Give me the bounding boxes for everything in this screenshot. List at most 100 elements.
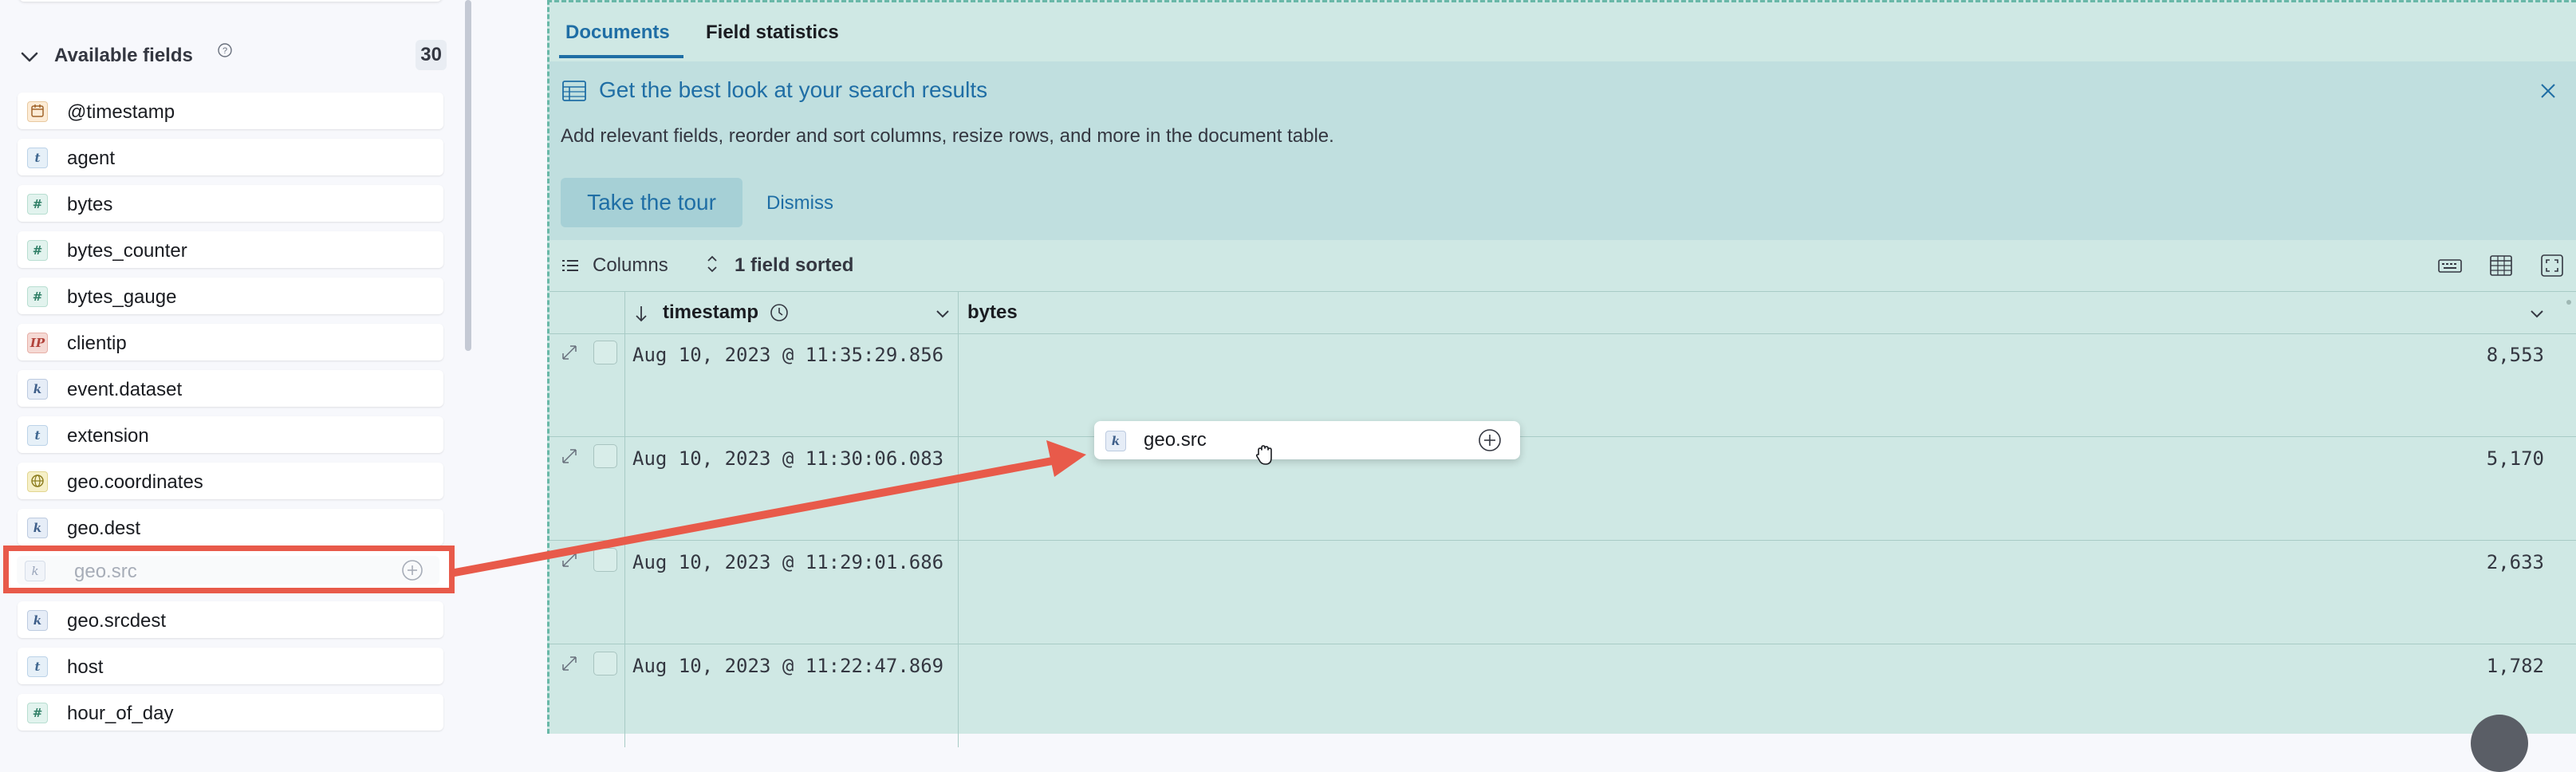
- dragging-field-placeholder: k geo.src: [17, 556, 439, 585]
- drag-preview-card[interactable]: k geo.src: [1094, 421, 1520, 459]
- field-item-geo-coordinates[interactable]: geo.coordinates: [18, 463, 443, 499]
- field-sidebar: Available fields ? 30 @timestamp t agent…: [0, 0, 479, 734]
- columns-button[interactable]: Columns: [593, 254, 668, 277]
- expand-icon[interactable]: [559, 446, 580, 467]
- cell-timestamp: Aug 10, 2023 @ 11:29:01.686: [632, 551, 944, 573]
- row-checkbox[interactable]: [593, 341, 617, 364]
- field-item-extension[interactable]: t extension: [18, 416, 443, 453]
- field-item-clientip[interactable]: IP clientip: [18, 324, 443, 360]
- field-name: extension: [67, 425, 149, 447]
- available-fields-header[interactable]: Available fields ? 30: [16, 38, 447, 73]
- field-name: agent: [67, 148, 116, 169]
- row-checkbox[interactable]: [593, 444, 617, 468]
- available-fields-title: Available fields: [54, 45, 193, 66]
- table-row[interactable]: Aug 10, 2023 @ 11:30:06.083 5,170: [549, 436, 2576, 541]
- chevron-down-icon[interactable]: [932, 303, 953, 324]
- table-density-icon[interactable]: [2487, 253, 2515, 278]
- field-item-geo-dest[interactable]: k geo.dest: [18, 509, 443, 546]
- field-name: hour_of_day: [67, 703, 174, 724]
- fullscreen-icon[interactable]: [2539, 253, 2566, 278]
- column-divider: [624, 292, 625, 333]
- keyword-type-icon: k: [27, 379, 48, 400]
- expand-icon[interactable]: [559, 549, 580, 570]
- field-item-hour-of-day[interactable]: # hour_of_day: [18, 694, 443, 731]
- number-type-icon: #: [27, 703, 48, 723]
- column-divider: [958, 540, 959, 644]
- field-item-bytes-gauge[interactable]: # bytes_gauge: [18, 278, 443, 314]
- grid-header-row: timestamp bytes: [549, 291, 2576, 334]
- text-type-icon: t: [27, 425, 48, 446]
- grab-cursor-icon: [1255, 445, 1272, 465]
- column-divider: [958, 436, 959, 540]
- grid-toolbar: Columns 1 field sorted: [549, 242, 2576, 290]
- field-item-bytes[interactable]: # bytes: [18, 185, 443, 222]
- row-checkbox[interactable]: [593, 548, 617, 572]
- selected-field-card: [19, 0, 442, 2]
- keyword-type-icon: k: [1105, 431, 1126, 451]
- field-item-event-dataset[interactable]: k event.dataset: [18, 370, 443, 407]
- list-icon: [562, 260, 578, 271]
- expand-icon[interactable]: [559, 653, 580, 674]
- number-type-icon: #: [27, 194, 48, 215]
- help-menu-button[interactable]: [2471, 715, 2528, 772]
- field-name: geo.dest: [67, 518, 141, 539]
- cell-bytes: 8,553: [2486, 344, 2544, 366]
- svg-text:?: ?: [223, 46, 227, 56]
- sort-descending-icon: [636, 306, 647, 322]
- cell-timestamp: Aug 10, 2023 @ 11:30:06.083: [632, 447, 944, 470]
- row-checkbox[interactable]: [593, 652, 617, 676]
- field-item-bytes-counter[interactable]: # bytes_counter: [18, 231, 443, 268]
- plus-circle-icon[interactable]: [1477, 427, 1503, 453]
- available-fields-count: 30: [416, 40, 447, 70]
- column-header-bytes[interactable]: bytes: [967, 301, 1018, 324]
- column-header-timestamp[interactable]: timestamp: [663, 301, 758, 324]
- table-icon: [562, 81, 586, 101]
- calendar-icon: [27, 101, 48, 122]
- field-item-timestamp[interactable]: @timestamp: [18, 93, 443, 129]
- document-drop-zone[interactable]: Documents Field statistics Get the best …: [547, 0, 2576, 747]
- sort-button[interactable]: 1 field sorted: [735, 254, 853, 277]
- field-name: geo.src: [74, 561, 137, 582]
- cell-bytes: 1,782: [2486, 655, 2544, 677]
- grid-scrollbar[interactable]: [2566, 300, 2571, 305]
- field-name: bytes_counter: [67, 240, 187, 262]
- chevron-down-icon[interactable]: [18, 45, 41, 69]
- table-row[interactable]: Aug 10, 2023 @ 11:35:29.856 8,553: [549, 333, 2576, 437]
- field-item-geo-src-dragging[interactable]: k geo.src: [3, 546, 455, 593]
- text-type-icon: t: [27, 656, 48, 677]
- chevron-down-icon[interactable]: [2527, 303, 2547, 324]
- field-name: @timestamp: [67, 101, 175, 123]
- globe-icon: [27, 471, 48, 492]
- field-item-geo-srcdest[interactable]: k geo.srcdest: [18, 601, 443, 638]
- tour-callout: Get the best look at your search results…: [549, 61, 2576, 240]
- table-row[interactable]: Aug 10, 2023 @ 11:29:01.686 2,633: [549, 540, 2576, 644]
- field-name: bytes: [67, 194, 113, 215]
- dismiss-button[interactable]: Dismiss: [766, 192, 833, 215]
- close-icon[interactable]: [2536, 79, 2560, 103]
- column-divider[interactable]: [958, 292, 959, 333]
- field-name: clientip: [67, 333, 127, 354]
- callout-body: Add relevant fields, reorder and sort co…: [561, 125, 1334, 147]
- take-tour-button[interactable]: Take the tour: [561, 178, 742, 227]
- keyboard-icon[interactable]: [2436, 253, 2464, 278]
- field-item-agent[interactable]: t agent: [18, 139, 443, 175]
- keyword-type-icon: k: [27, 610, 48, 631]
- field-name: event.dataset: [67, 379, 183, 400]
- callout-title: Get the best look at your search results: [599, 77, 988, 102]
- sidebar-scrollbar[interactable]: [465, 0, 471, 351]
- number-type-icon: #: [27, 286, 48, 307]
- field-item-host[interactable]: t host: [18, 648, 443, 684]
- text-type-icon: t: [27, 148, 48, 168]
- cell-timestamp: Aug 10, 2023 @ 11:22:47.869: [632, 655, 944, 677]
- plus-circle-icon[interactable]: [401, 559, 423, 581]
- tab-documents[interactable]: Documents: [565, 22, 670, 44]
- field-name: bytes_gauge: [67, 286, 177, 308]
- active-tab-indicator: [559, 55, 683, 58]
- question-circle-icon[interactable]: ?: [217, 42, 233, 58]
- expand-icon[interactable]: [559, 342, 580, 363]
- keyword-type-icon: k: [27, 518, 48, 538]
- table-row[interactable]: Aug 10, 2023 @ 11:22:47.869 1,782: [549, 644, 2576, 747]
- cell-timestamp: Aug 10, 2023 @ 11:35:29.856: [632, 344, 944, 366]
- column-divider: [958, 333, 959, 436]
- tab-field-statistics[interactable]: Field statistics: [706, 22, 839, 44]
